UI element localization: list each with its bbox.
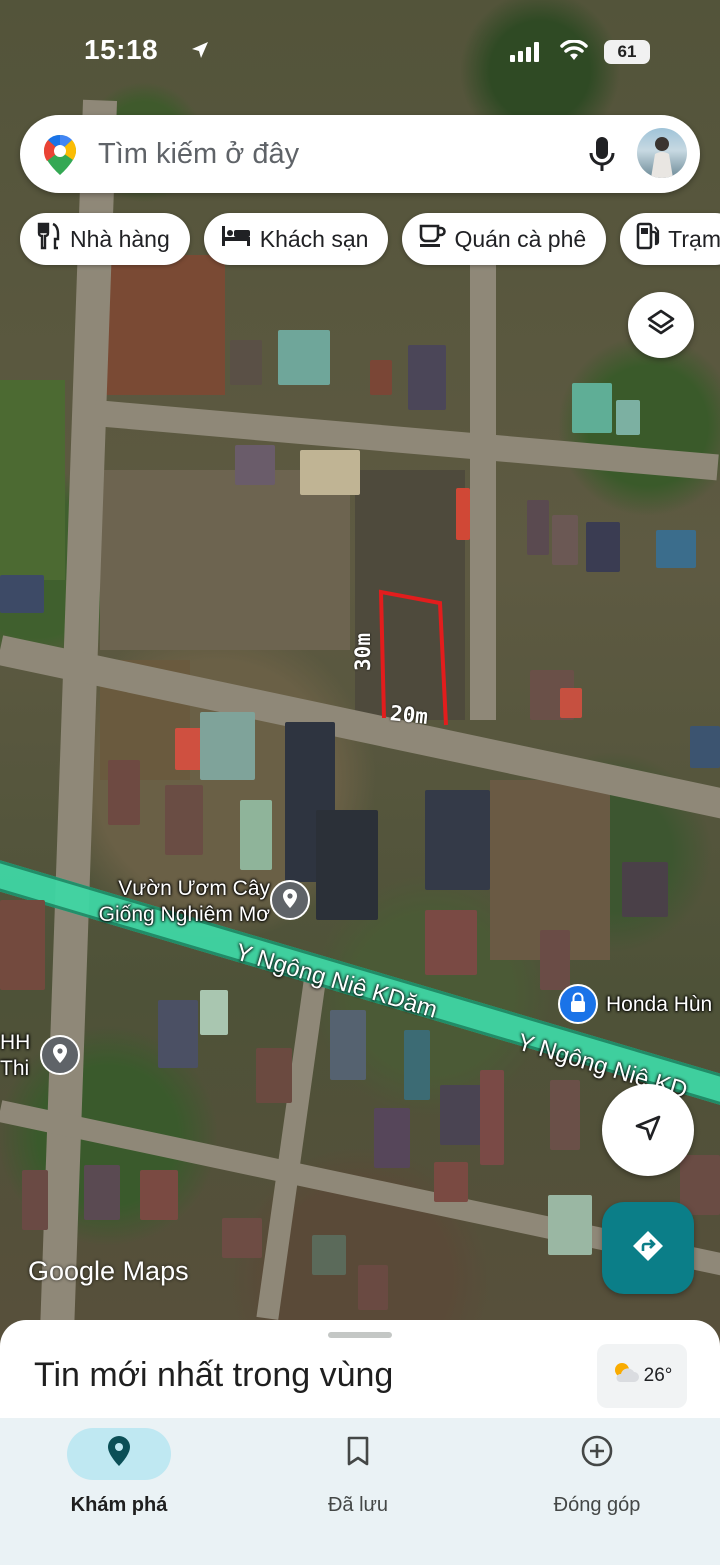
place-name: Vườn Ươm Cây Giống Nghiêm Mơ	[98, 877, 270, 926]
place-pin-icon[interactable]	[40, 1035, 80, 1084]
nav-contribute[interactable]: Đóng góp	[497, 1428, 697, 1517]
nav-explore[interactable]: Khám phá	[19, 1428, 219, 1517]
nav-icon-container	[306, 1428, 410, 1480]
place-label[interactable]: Honda Hùn	[606, 992, 712, 1018]
partly-cloudy-icon	[612, 1361, 640, 1391]
nav-label: Khám phá	[70, 1494, 168, 1516]
temperature: 26°	[643, 1365, 673, 1386]
profile-photo-icon	[651, 137, 673, 178]
google-maps-attribution: Google Maps	[28, 1256, 189, 1286]
my-location-button[interactable]	[602, 1084, 694, 1176]
bottom-navigation: Khám phá Đã lưu Đóng góp	[0, 1418, 720, 1565]
search-bar[interactable]	[20, 115, 700, 193]
layers-button[interactable]	[628, 292, 694, 358]
plot-side-measurement: 30m	[350, 633, 375, 671]
chip-label: Quán cà phê	[454, 225, 587, 252]
sheet-drag-handle[interactable]	[328, 1332, 392, 1338]
chip-label: Khách sạn	[259, 225, 369, 252]
avatar[interactable]	[637, 128, 687, 178]
bottom-sheet[interactable]: Tin mới nhất trong vùng 26°	[0, 1320, 720, 1420]
cafe-icon	[418, 223, 447, 255]
status-time: 15:18	[84, 34, 159, 65]
nav-icon-container	[67, 1428, 171, 1480]
navigation-arrow-icon	[633, 1113, 663, 1148]
weather-badge[interactable]: 26°	[597, 1344, 687, 1408]
nav-label: Đóng góp	[553, 1494, 641, 1516]
place-label[interactable]: Vườn Ươm Cây Giống Nghiêm Mơ	[70, 876, 270, 928]
microphone-icon[interactable]	[586, 135, 618, 178]
directions-icon	[630, 1228, 666, 1269]
place-pin-icon[interactable]	[270, 880, 310, 929]
bookmark-icon	[345, 1435, 371, 1473]
cellular-signal-icon	[510, 42, 540, 67]
chip-hotels[interactable]: Khách sạn	[203, 213, 389, 265]
gas-station-icon	[636, 222, 660, 256]
location-arrow-icon	[190, 40, 210, 65]
chip-gas-stations[interactable]: Trạm	[620, 213, 720, 265]
google-maps-logo-icon	[42, 133, 78, 182]
chip-label: Nhà hàng	[70, 225, 170, 252]
plot-front-measurement: 20m	[388, 701, 430, 729]
chip-cafes[interactable]: Quán cà phê	[402, 213, 607, 265]
directions-button[interactable]	[602, 1202, 694, 1294]
place-pin-icon[interactable]	[558, 984, 598, 1033]
hotel-icon	[220, 224, 252, 254]
search-input[interactable]	[98, 133, 538, 175]
wifi-icon	[560, 39, 588, 67]
place-name: Honda Hùn	[606, 993, 713, 1016]
nav-label: Đã lưu	[327, 1494, 389, 1516]
status-bar: 15:18 61	[0, 0, 720, 100]
nav-icon-container	[545, 1428, 649, 1480]
nav-saved[interactable]: Đã lưu	[258, 1428, 458, 1517]
place-label[interactable]: HH Thi	[0, 1030, 30, 1082]
add-circle-icon	[580, 1434, 614, 1474]
battery-indicator: 61	[604, 40, 650, 64]
category-chips: Nhà hàng Khách sạn Quán cà phê Trạm	[20, 213, 720, 267]
place-name: HH Thi	[0, 1031, 31, 1080]
layers-icon	[645, 307, 677, 344]
restaurant-icon	[36, 222, 62, 256]
explore-pin-icon	[105, 1434, 133, 1474]
sheet-title: Tin mới nhất trong vùng	[34, 1356, 394, 1394]
chip-label: Trạm	[668, 225, 720, 252]
chip-restaurants[interactable]: Nhà hàng	[20, 213, 190, 265]
